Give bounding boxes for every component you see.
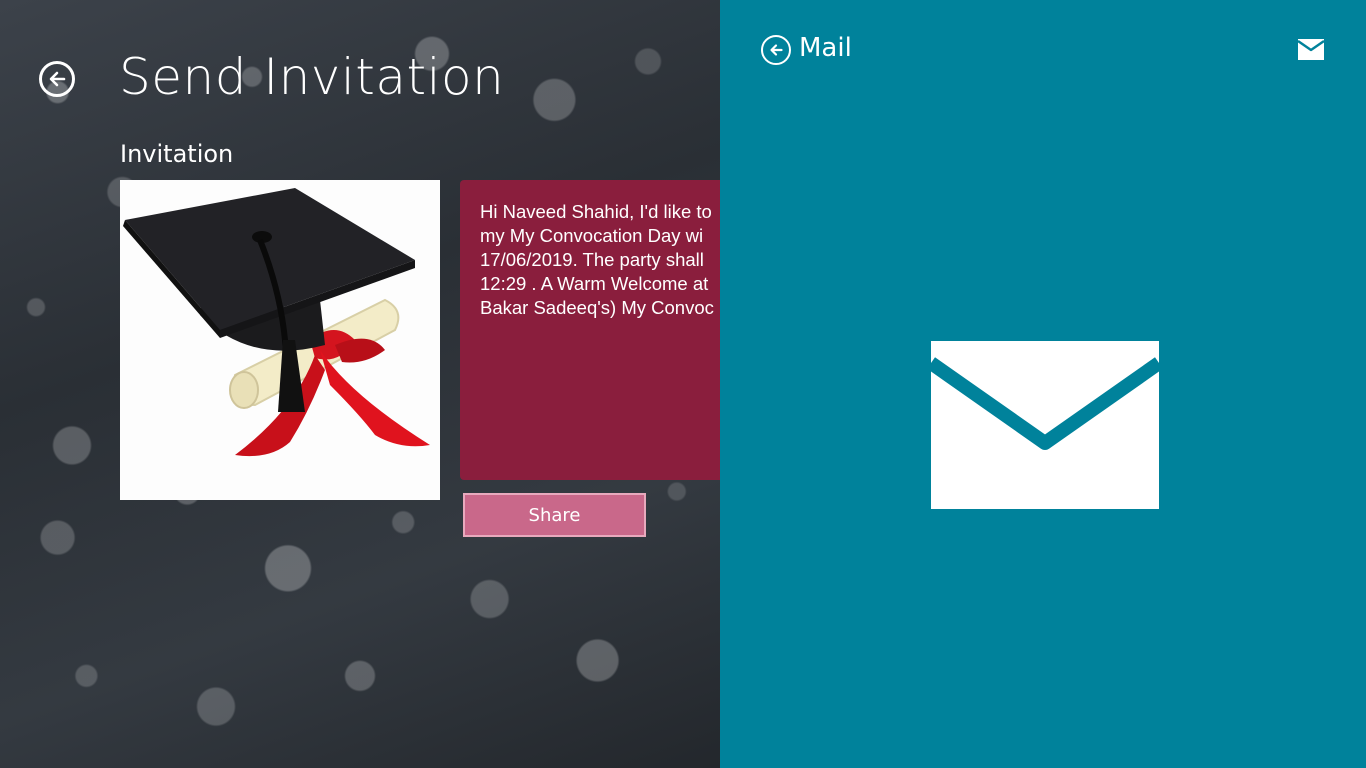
mail-app-icon[interactable] — [931, 341, 1159, 509]
share-pane-title: Mail — [799, 33, 852, 63]
page-title: Send Invitation — [119, 48, 505, 106]
invitation-message-text: Hi Naveed Shahid, I'd like to my My Conv… — [480, 201, 714, 318]
back-arrow-icon — [770, 44, 783, 56]
back-arrow-icon — [49, 71, 66, 87]
graduation-cap-icon — [123, 188, 430, 457]
invitation-image — [120, 180, 440, 500]
share-button[interactable]: Share — [463, 493, 646, 537]
share-pane-back-button[interactable] — [761, 35, 791, 65]
invitation-app: Send Invitation Invitation Hi Naveed Sha… — [0, 0, 720, 768]
invitation-message-box[interactable]: Hi Naveed Shahid, I'd like to my My Conv… — [460, 180, 720, 480]
section-label: Invitation — [120, 140, 234, 168]
share-pane: Mail — [720, 0, 1366, 768]
mail-icon — [1298, 39, 1324, 60]
back-button[interactable] — [39, 61, 75, 97]
